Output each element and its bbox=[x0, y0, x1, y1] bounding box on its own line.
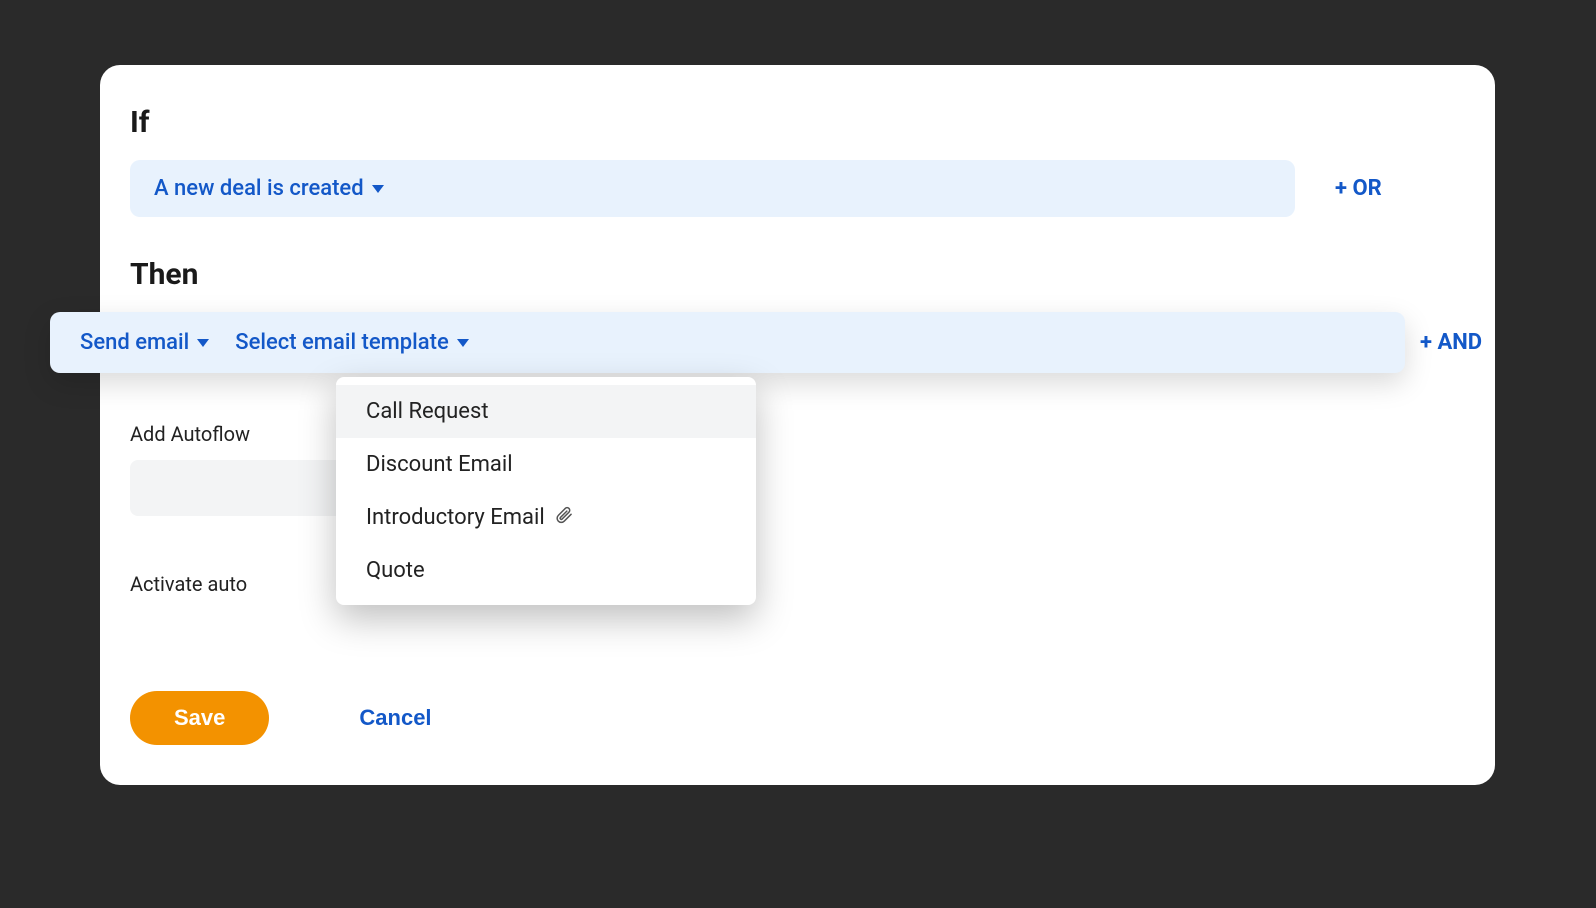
then-action-pill: Send email Select email template bbox=[50, 312, 1405, 373]
template-option-label: Quote bbox=[366, 558, 425, 583]
template-option-label: Discount Email bbox=[366, 452, 513, 477]
template-option[interactable]: Discount Email bbox=[336, 438, 756, 491]
if-row: A new deal is created + OR bbox=[130, 160, 1495, 217]
autoflow-label: Add Autoflow bbox=[130, 422, 1495, 446]
template-option[interactable]: Call Request bbox=[336, 385, 756, 438]
if-condition-pill: A new deal is created bbox=[130, 160, 1295, 217]
template-option[interactable]: Introductory Email bbox=[336, 491, 756, 544]
activate-label: Activate auto bbox=[130, 572, 1495, 596]
caret-down-icon bbox=[197, 339, 209, 347]
then-template-label: Select email template bbox=[235, 330, 448, 355]
if-heading: If bbox=[130, 105, 1495, 140]
then-action-label: Send email bbox=[80, 330, 189, 355]
add-or-button[interactable]: + OR bbox=[1335, 176, 1382, 201]
then-heading: Then bbox=[130, 257, 1495, 292]
automation-card: If A new deal is created + OR Then Send … bbox=[100, 65, 1495, 785]
caret-down-icon bbox=[457, 339, 469, 347]
cancel-button[interactable]: Cancel bbox=[359, 705, 431, 731]
caret-down-icon bbox=[372, 185, 384, 193]
footer-actions: Save Cancel bbox=[130, 691, 432, 745]
then-action-dropdown[interactable]: Send email bbox=[80, 330, 209, 355]
add-and-button[interactable]: + AND bbox=[1420, 330, 1482, 355]
template-option-label: Introductory Email bbox=[366, 505, 545, 530]
if-condition-dropdown[interactable]: A new deal is created bbox=[154, 176, 384, 201]
template-option-label: Call Request bbox=[366, 399, 489, 424]
if-condition-label: A new deal is created bbox=[154, 176, 364, 201]
paperclip-icon bbox=[555, 505, 573, 530]
template-dropdown-menu: Call Request Discount Email Introductory… bbox=[336, 377, 756, 605]
template-option[interactable]: Quote bbox=[336, 544, 756, 597]
then-template-dropdown[interactable]: Select email template bbox=[235, 330, 468, 355]
save-button[interactable]: Save bbox=[130, 691, 269, 745]
then-row: Send email Select email template + AND C… bbox=[100, 312, 1495, 382]
